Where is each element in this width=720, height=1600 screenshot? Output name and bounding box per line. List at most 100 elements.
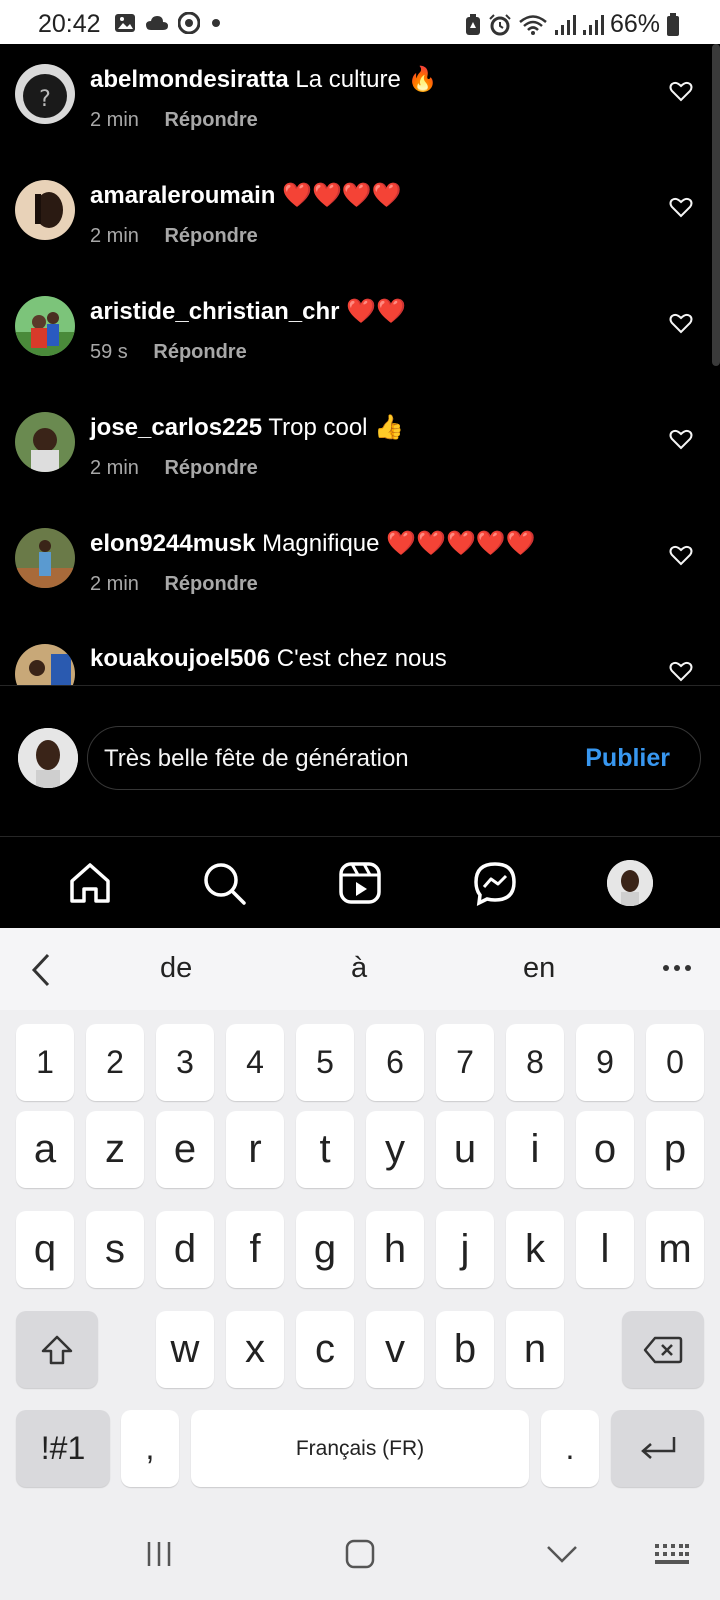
key[interactable]: 2 (86, 1024, 144, 1101)
comment-username[interactable]: aristide_christian_chr (90, 298, 339, 325)
comment-username[interactable]: kouakoujoel506 (90, 645, 270, 672)
home-button-icon[interactable] (345, 1539, 375, 1569)
key[interactable]: u (436, 1111, 494, 1188)
enter-icon (640, 1436, 675, 1459)
key[interactable]: e (156, 1111, 214, 1188)
profile-avatar[interactable] (607, 860, 653, 906)
comment-username[interactable]: jose_carlos225 (90, 414, 262, 441)
messenger-icon[interactable] (471, 859, 519, 907)
avatar[interactable]: ? (15, 64, 75, 124)
like-heart-icon[interactable] (669, 80, 693, 102)
key[interactable]: r (226, 1111, 284, 1188)
period-key[interactable]: . (541, 1410, 599, 1487)
key[interactable]: a (16, 1111, 74, 1188)
key[interactable]: y (366, 1111, 424, 1188)
key[interactable]: k (506, 1211, 564, 1288)
shift-icon (41, 1335, 73, 1364)
key[interactable]: x (226, 1311, 284, 1388)
backspace-icon (643, 1336, 683, 1363)
like-heart-icon[interactable] (669, 544, 693, 566)
recent-apps-icon[interactable] (146, 1541, 172, 1567)
reply-button[interactable]: Répondre (164, 109, 257, 131)
comments-list[interactable]: ? abelmondesiratta La culture 🔥 2 min Ré… (0, 44, 720, 685)
shift-key[interactable] (16, 1311, 98, 1388)
comment-item: ? abelmondesiratta La culture 🔥 2 min Ré… (0, 44, 720, 160)
key[interactable]: 6 (366, 1024, 424, 1101)
suggestion-word[interactable]: à (351, 952, 367, 985)
key[interactable]: l (576, 1211, 634, 1288)
key[interactable]: d (156, 1211, 214, 1288)
key[interactable]: w (156, 1311, 214, 1388)
avatar[interactable] (15, 644, 75, 685)
backspace-key[interactable] (622, 1311, 704, 1388)
keyboard-switch-icon[interactable] (654, 1543, 690, 1567)
key[interactable]: 7 (436, 1024, 494, 1101)
key[interactable]: o (576, 1111, 634, 1188)
like-heart-icon[interactable] (669, 660, 693, 682)
comment-input-value[interactable]: Très belle fête de génération (104, 745, 409, 773)
key[interactable]: p (646, 1111, 704, 1188)
key[interactable]: q (16, 1211, 74, 1288)
comment-text: Magnifique (262, 530, 380, 557)
like-heart-icon[interactable] (669, 428, 693, 450)
comment-emoji: 👍 (374, 413, 405, 441)
key[interactable]: z (86, 1111, 144, 1188)
key[interactable]: 8 (506, 1024, 564, 1101)
avatar[interactable] (15, 412, 75, 472)
key[interactable]: 5 (296, 1024, 354, 1101)
comment-username[interactable]: elon9244musk (90, 530, 255, 557)
more-icon[interactable] (662, 964, 692, 972)
enter-key[interactable] (611, 1410, 704, 1487)
key[interactable]: 1 (16, 1024, 74, 1101)
comment-input[interactable]: Très belle fête de génération Publier (87, 726, 701, 790)
comment-username[interactable]: amaraleroumain (90, 182, 275, 209)
symbols-key[interactable]: !#1 (16, 1410, 110, 1487)
space-key[interactable]: Français (FR) (191, 1410, 529, 1487)
key[interactable]: 0 (646, 1024, 704, 1101)
key[interactable]: s (86, 1211, 144, 1288)
suggestion-word[interactable]: en (523, 952, 555, 985)
system-nav-bar (0, 1499, 720, 1600)
key[interactable]: n (506, 1311, 564, 1388)
reply-button[interactable]: Répondre (164, 457, 257, 479)
key[interactable]: b (436, 1311, 494, 1388)
signal-icon (554, 14, 576, 35)
key[interactable]: 4 (226, 1024, 284, 1101)
search-icon[interactable] (200, 859, 248, 907)
comment-emoji: 🔥 (407, 65, 438, 93)
reply-button[interactable]: Répondre (164, 573, 257, 595)
key[interactable]: v (366, 1311, 424, 1388)
comma-key[interactable]: , (121, 1410, 179, 1487)
comment-time: 2 min (90, 109, 139, 131)
key[interactable]: 9 (576, 1024, 634, 1101)
reply-button[interactable]: Répondre (164, 225, 257, 247)
comment-username[interactable]: abelmondesiratta (90, 66, 289, 93)
reels-icon[interactable] (336, 859, 384, 907)
key[interactable]: m (646, 1211, 704, 1288)
key[interactable]: 3 (156, 1024, 214, 1101)
avatar[interactable] (15, 296, 75, 356)
home-icon[interactable] (66, 859, 114, 907)
like-heart-icon[interactable] (669, 196, 693, 218)
like-heart-icon[interactable] (669, 312, 693, 334)
chevron-left-icon[interactable] (30, 952, 52, 988)
publish-button[interactable]: Publier (585, 744, 670, 773)
key[interactable]: j (436, 1211, 494, 1288)
comment-time: 2 min (90, 225, 139, 247)
scrollbar-thumb[interactable] (712, 44, 720, 366)
avatar[interactable] (15, 180, 75, 240)
svg-text:?: ? (39, 87, 51, 112)
dot-icon (212, 19, 220, 27)
key[interactable]: h (366, 1211, 424, 1288)
avatar[interactable] (15, 528, 75, 588)
key[interactable]: f (226, 1211, 284, 1288)
key[interactable]: i (506, 1111, 564, 1188)
key[interactable]: t (296, 1111, 354, 1188)
back-chevron-down-icon[interactable] (546, 1545, 578, 1565)
key[interactable]: g (296, 1211, 354, 1288)
reply-button[interactable]: Répondre (153, 341, 246, 363)
battery-icon (667, 12, 679, 36)
key[interactable]: c (296, 1311, 354, 1388)
comment-text: Trop cool (268, 414, 368, 441)
suggestion-word[interactable]: de (160, 952, 192, 985)
